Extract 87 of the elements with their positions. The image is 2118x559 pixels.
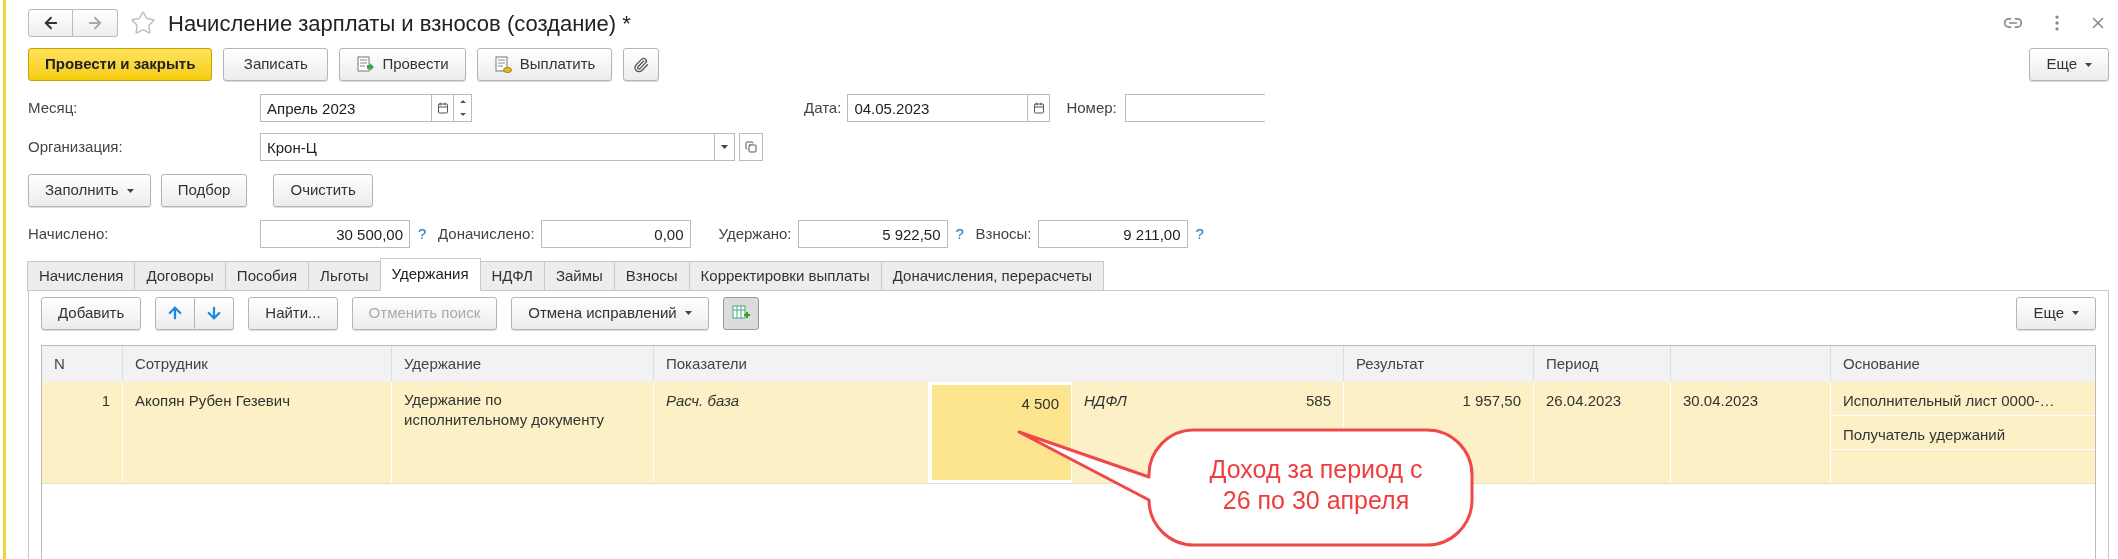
- tab[interactable]: Корректировки выплаты: [688, 261, 882, 291]
- down-triangle-icon: [459, 113, 466, 116]
- total-field[interactable]: 30 500,00: [260, 220, 410, 248]
- help-link[interactable]: ?: [1195, 222, 1216, 246]
- post-button[interactable]: Провести: [339, 48, 466, 81]
- total-label: Удержано:: [718, 223, 792, 244]
- total-label: Взносы:: [975, 223, 1032, 244]
- table-cell: Исполнительный лист 0000-…: [1831, 382, 2095, 416]
- caret-icon: [2072, 311, 2079, 315]
- column-header[interactable]: Период: [1534, 346, 1671, 382]
- fill-button[interactable]: Очистить: [273, 174, 373, 207]
- toolbar-button[interactable]: Найти...: [248, 296, 338, 330]
- caret-icon: [2085, 62, 2092, 67]
- table-cell: Удержание по исполнительному документу: [404, 390, 604, 430]
- tab[interactable]: Удержания: [379, 258, 481, 291]
- total-label: Начислено:: [28, 223, 110, 244]
- tab[interactable]: Займы: [543, 261, 615, 291]
- tab[interactable]: Доначисления, перерасчеты: [880, 261, 1105, 291]
- favorite-star-icon[interactable]: [130, 10, 156, 36]
- help-link[interactable]: ?: [955, 222, 976, 246]
- column-header[interactable]: Сотрудник: [123, 346, 392, 382]
- table-cell: 1 957,50: [1462, 392, 1521, 409]
- column-header[interactable]: Результат: [1344, 346, 1534, 382]
- calendar-button[interactable]: [1028, 94, 1051, 122]
- document-icon: [356, 55, 375, 74]
- up-triangle-icon: [459, 100, 466, 103]
- more-button[interactable]: Еще: [2029, 48, 2109, 81]
- tab[interactable]: Начисления: [27, 261, 136, 291]
- more-button[interactable]: Еще: [2016, 296, 2096, 330]
- fill-button[interactable]: Подбор: [160, 174, 248, 207]
- column-header[interactable]: Основание: [1831, 346, 2095, 382]
- calendar-button[interactable]: [432, 94, 454, 122]
- spin-button[interactable]: [454, 94, 472, 122]
- total-label: Доначислено:: [438, 223, 535, 244]
- table-cell: 1: [101, 392, 110, 409]
- table-cell: Получатель удержаний: [1831, 416, 2095, 450]
- month-field[interactable]: Апрель 2023: [260, 94, 432, 122]
- table-cell: Акопян Рубен Гезевич: [135, 392, 290, 409]
- total-field[interactable]: 0,00: [540, 220, 691, 248]
- open-icon: [745, 141, 757, 153]
- table-cell[interactable]: 585: [1305, 392, 1331, 409]
- table-cell: НДФЛ: [1084, 392, 1127, 409]
- calendar-icon: [1032, 102, 1045, 114]
- window-title: Начисление зарплаты и взносов (создание) *: [168, 9, 631, 38]
- save-button[interactable]: Записать: [223, 48, 329, 81]
- field-label: Организация:: [28, 136, 124, 157]
- date-field[interactable]: 04.05.2023: [847, 94, 1029, 122]
- number-field[interactable]: [1124, 94, 1265, 122]
- field-label: Номер:: [1066, 97, 1117, 118]
- table-add-icon: [731, 305, 750, 321]
- tab[interactable]: Договоры: [134, 261, 226, 291]
- table-settings-button[interactable]: [722, 296, 759, 330]
- tab[interactable]: Пособия: [224, 261, 310, 291]
- move-up-button[interactable]: [155, 296, 196, 330]
- column-header[interactable]: N: [42, 346, 123, 382]
- caret-icon: [684, 311, 692, 315]
- organization-field[interactable]: Крон-Ц: [260, 133, 715, 161]
- tab[interactable]: НДФЛ: [479, 261, 545, 291]
- forward-arrow-icon: [86, 14, 104, 32]
- pay-button[interactable]: Выплатить: [476, 48, 613, 81]
- back-button[interactable]: [28, 9, 73, 37]
- callout-text: Доход за период с 26 по 30 апреля: [1208, 454, 1424, 516]
- tab[interactable]: Льготы: [308, 261, 381, 291]
- table-cell: Расч. база: [666, 392, 740, 409]
- open-button[interactable]: [739, 133, 763, 161]
- dropdown-button[interactable]: Отмена исправлений: [511, 296, 709, 330]
- calendar-icon: [436, 102, 449, 114]
- column-header[interactable]: Удержание: [392, 346, 654, 382]
- table-cell[interactable]: 4 500: [929, 382, 1072, 483]
- total-field[interactable]: 9 211,00: [1037, 220, 1188, 248]
- table-cell: 30.04.2023: [1683, 392, 1759, 409]
- field-label: Месяц:: [28, 97, 79, 118]
- post-and-close-button[interactable]: Провести и закрыть: [28, 48, 213, 81]
- caret-icon: [721, 145, 728, 149]
- field-label: Дата:: [804, 97, 842, 118]
- fill-button[interactable]: Заполнить: [28, 174, 151, 207]
- help-link[interactable]: ?: [418, 222, 438, 246]
- column-header[interactable]: Показатели: [654, 346, 1344, 382]
- total-field[interactable]: 5 922,50: [797, 220, 948, 248]
- toolbar-button[interactable]: Добавить: [41, 296, 142, 330]
- paperclip-icon: [633, 56, 650, 73]
- document-icon: [493, 55, 512, 74]
- move-down-button[interactable]: [195, 296, 235, 330]
- dropdown-button[interactable]: [715, 133, 735, 161]
- tab[interactable]: Взносы: [613, 261, 690, 291]
- table-cell: 26.04.2023: [1546, 392, 1622, 409]
- attach-button[interactable]: [623, 48, 660, 81]
